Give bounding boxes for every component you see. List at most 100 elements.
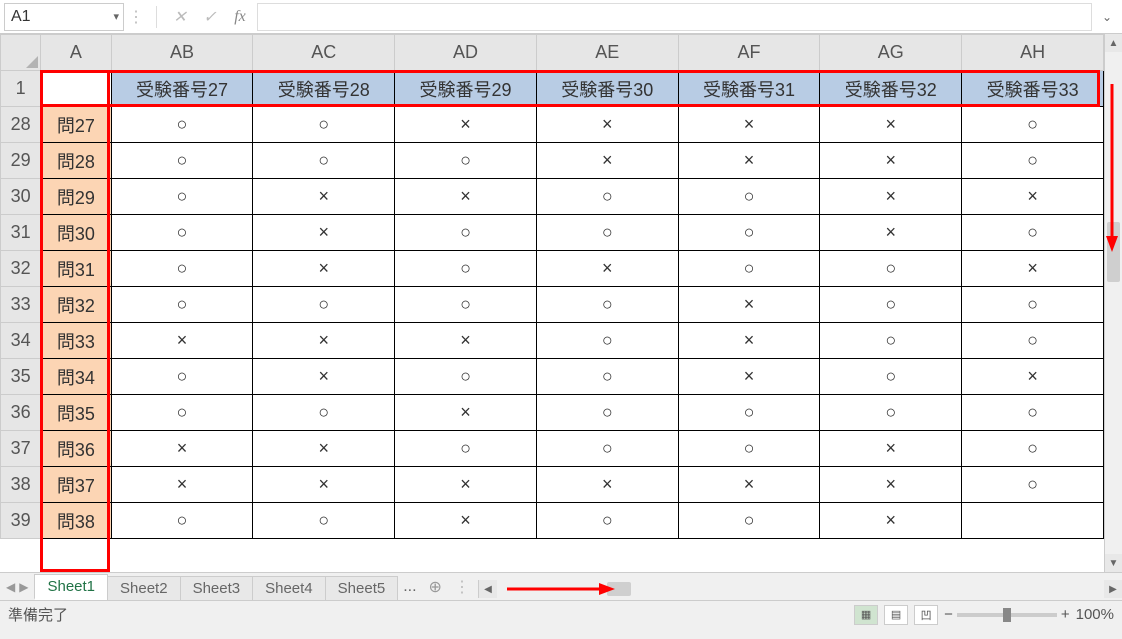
data-cell[interactable]: ○: [111, 395, 253, 431]
exam-number-header-cell[interactable]: 受験番号33: [962, 71, 1104, 107]
exam-number-header-cell[interactable]: 受験番号28: [253, 71, 395, 107]
insert-function-button[interactable]: fx: [227, 4, 253, 30]
data-cell[interactable]: ×: [395, 323, 537, 359]
question-label-cell[interactable]: 問33: [41, 323, 111, 359]
scroll-right-button[interactable]: ▶: [1104, 580, 1122, 598]
zoom-track[interactable]: [957, 613, 1057, 617]
data-cell[interactable]: ○: [820, 287, 962, 323]
data-cell[interactable]: ○: [395, 359, 537, 395]
exam-number-header-cell[interactable]: 受験番号29: [395, 71, 537, 107]
formula-bar-grip[interactable]: ⋮: [128, 7, 146, 27]
data-cell[interactable]: ×: [820, 503, 962, 539]
data-cell[interactable]: ○: [678, 431, 820, 467]
data-cell[interactable]: ×: [678, 107, 820, 143]
data-cell[interactable]: ×: [678, 467, 820, 503]
data-cell[interactable]: ×: [536, 467, 678, 503]
data-cell[interactable]: ○: [820, 323, 962, 359]
data-cell[interactable]: ×: [253, 215, 395, 251]
data-cell[interactable]: ○: [536, 287, 678, 323]
data-cell[interactable]: ○: [536, 503, 678, 539]
question-label-cell[interactable]: 問30: [41, 215, 111, 251]
data-cell[interactable]: ○: [962, 215, 1104, 251]
data-cell[interactable]: ×: [820, 215, 962, 251]
data-cell[interactable]: ×: [395, 467, 537, 503]
scroll-left-button[interactable]: ◀: [479, 580, 497, 598]
name-box-dropdown-icon[interactable]: ▾: [113, 10, 119, 23]
add-sheet-button[interactable]: ⊕: [423, 577, 448, 597]
row-header[interactable]: 38: [1, 467, 41, 503]
data-cell[interactable]: ○: [253, 503, 395, 539]
cell[interactable]: [41, 71, 111, 107]
data-cell[interactable]: ○: [253, 395, 395, 431]
row-header[interactable]: 28: [1, 107, 41, 143]
exam-number-header-cell[interactable]: 受験番号27: [111, 71, 253, 107]
data-cell[interactable]: ○: [962, 107, 1104, 143]
data-cell[interactable]: ×: [678, 359, 820, 395]
scroll-track-vertical[interactable]: [1105, 52, 1122, 554]
question-label-cell[interactable]: 問28: [41, 143, 111, 179]
data-cell[interactable]: ×: [395, 179, 537, 215]
name-box[interactable]: A1 ▾: [4, 3, 124, 31]
row-header[interactable]: 29: [1, 143, 41, 179]
data-cell[interactable]: ○: [678, 179, 820, 215]
data-cell[interactable]: ○: [820, 251, 962, 287]
data-cell[interactable]: ○: [395, 251, 537, 287]
exam-number-header-cell[interactable]: 受験番号30: [536, 71, 678, 107]
sheet-tab[interactable]: Sheet5: [325, 576, 399, 600]
question-label-cell[interactable]: 問31: [41, 251, 111, 287]
exam-number-header-cell[interactable]: 受験番号32: [820, 71, 962, 107]
row-header[interactable]: 32: [1, 251, 41, 287]
row-header[interactable]: 36: [1, 395, 41, 431]
data-cell[interactable]: ○: [962, 395, 1104, 431]
zoom-in-button[interactable]: +: [1061, 606, 1070, 623]
question-label-cell[interactable]: 問37: [41, 467, 111, 503]
exam-number-header-cell[interactable]: 受験番号31: [678, 71, 820, 107]
data-cell[interactable]: ○: [395, 431, 537, 467]
data-cell[interactable]: ○: [111, 251, 253, 287]
data-cell[interactable]: ○: [111, 503, 253, 539]
normal-view-button[interactable]: ▦: [854, 605, 878, 625]
data-cell[interactable]: ×: [253, 467, 395, 503]
data-cell[interactable]: ○: [536, 215, 678, 251]
column-header[interactable]: AC: [253, 35, 395, 71]
data-cell[interactable]: ○: [536, 395, 678, 431]
data-cell[interactable]: ○: [536, 359, 678, 395]
row-header[interactable]: 30: [1, 179, 41, 215]
data-cell[interactable]: ○: [111, 107, 253, 143]
data-cell[interactable]: ×: [820, 107, 962, 143]
page-break-view-button[interactable]: 凹: [914, 605, 938, 625]
data-cell[interactable]: ×: [395, 503, 537, 539]
row-header[interactable]: 1: [1, 71, 41, 107]
data-cell[interactable]: ○: [536, 431, 678, 467]
data-cell[interactable]: ○: [536, 323, 678, 359]
scroll-up-button[interactable]: ▲: [1105, 34, 1122, 52]
data-cell[interactable]: ○: [395, 287, 537, 323]
sheet-more-button[interactable]: ...: [397, 578, 422, 596]
data-cell[interactable]: ×: [820, 179, 962, 215]
data-cell[interactable]: ○: [395, 143, 537, 179]
sheet-tab[interactable]: Sheet2: [107, 576, 181, 600]
data-cell[interactable]: ×: [253, 323, 395, 359]
data-cell[interactable]: ×: [678, 323, 820, 359]
data-cell[interactable]: ×: [253, 359, 395, 395]
cancel-button[interactable]: ✕: [167, 4, 193, 30]
data-cell[interactable]: ○: [962, 323, 1104, 359]
vertical-scrollbar[interactable]: ▲ ▼: [1104, 34, 1122, 572]
data-cell[interactable]: ×: [253, 251, 395, 287]
data-cell[interactable]: ×: [536, 251, 678, 287]
scroll-thumb-vertical[interactable]: [1107, 222, 1120, 282]
page-layout-view-button[interactable]: ▤: [884, 605, 908, 625]
data-cell[interactable]: ○: [395, 215, 537, 251]
column-header[interactable]: AF: [678, 35, 820, 71]
row-header[interactable]: 33: [1, 287, 41, 323]
question-label-cell[interactable]: 問32: [41, 287, 111, 323]
data-cell[interactable]: ○: [678, 503, 820, 539]
question-label-cell[interactable]: 問29: [41, 179, 111, 215]
tab-bar-grip[interactable]: ⋮: [448, 577, 478, 597]
row-header[interactable]: 39: [1, 503, 41, 539]
row-header[interactable]: 34: [1, 323, 41, 359]
data-cell[interactable]: ○: [111, 179, 253, 215]
data-cell[interactable]: ×: [820, 431, 962, 467]
data-cell[interactable]: ×: [111, 323, 253, 359]
data-cell[interactable]: ○: [253, 107, 395, 143]
